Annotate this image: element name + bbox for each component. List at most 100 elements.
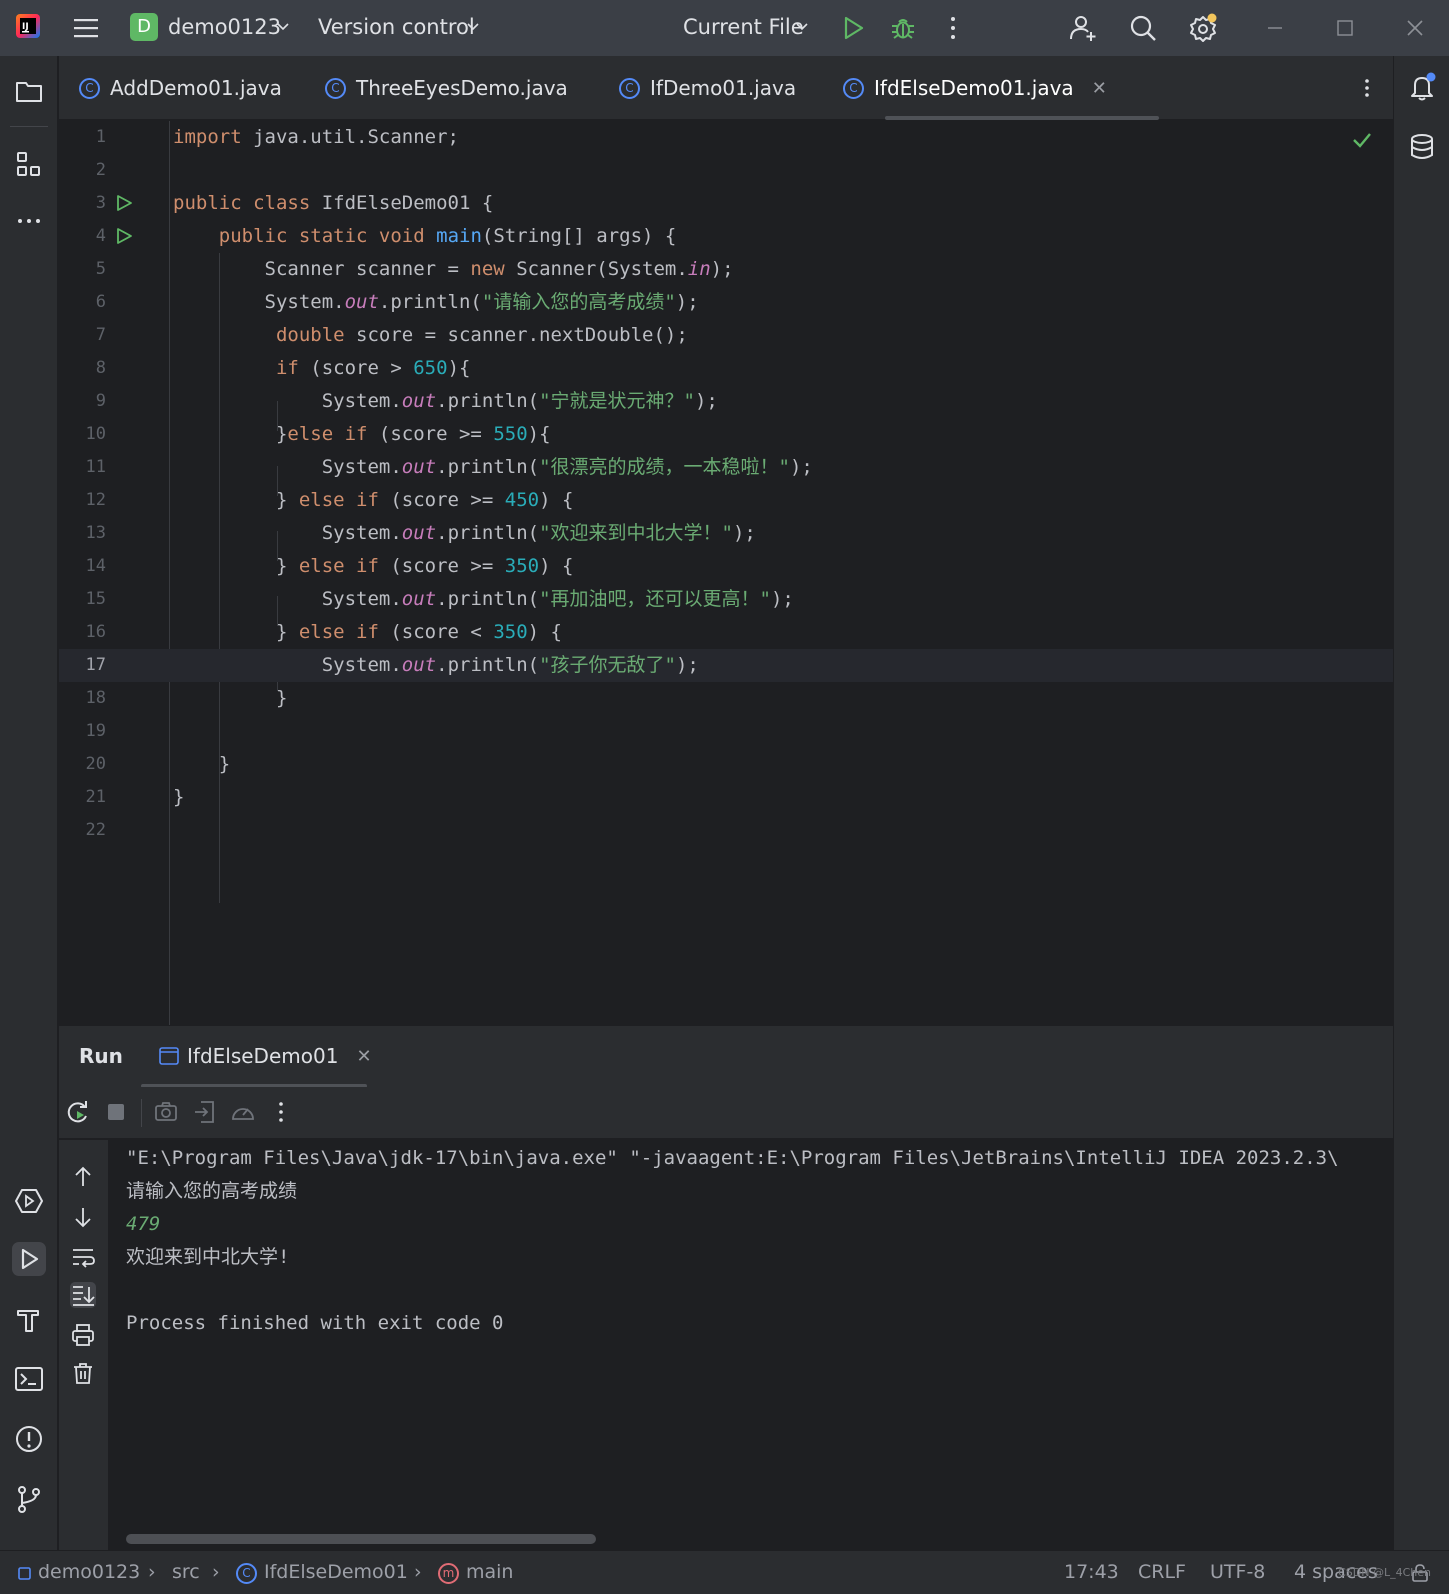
soft-wrap-icon[interactable]	[70, 1244, 96, 1270]
code-line: 19	[59, 715, 1393, 748]
arrow-up-icon[interactable]	[70, 1164, 96, 1190]
tab-threeeyesdemo[interactable]: C ThreeEyesDemo.java	[325, 56, 568, 120]
line-separator[interactable]: CRLF	[1138, 1561, 1186, 1583]
run-gutter-icon[interactable]	[115, 227, 133, 245]
method-icon: m	[438, 1563, 459, 1584]
intellij-logo-icon[interactable]: IJ	[14, 12, 42, 40]
project-selector[interactable]: demo0123	[168, 15, 281, 39]
code-text: import java.util.Scanner;	[173, 126, 459, 148]
console-line: Process finished with exit code 0	[126, 1312, 504, 1334]
chevron-down-icon	[467, 23, 479, 31]
tab-adddemo01[interactable]: C AddDemo01.java	[79, 56, 282, 120]
console-output[interactable]: "E:\Program Files\Java\jdk-17\bin\java.e…	[108, 1140, 1393, 1550]
chevron-down-icon	[277, 23, 289, 31]
trash-icon[interactable]	[70, 1360, 96, 1386]
code-line: 2	[59, 154, 1393, 187]
notifications-bell-icon[interactable]	[1407, 72, 1437, 102]
run-configuration-selector[interactable]: Current File	[683, 15, 804, 39]
tab-label: IfDemo01.java	[650, 76, 797, 100]
code-line: 14 } else if (score >= 350) {	[59, 550, 1393, 583]
profiler-gauge-icon[interactable]	[230, 1099, 256, 1125]
line-number: 10	[85, 424, 106, 444]
import-icon[interactable]	[192, 1099, 218, 1125]
rerun-icon[interactable]	[65, 1099, 91, 1125]
tab-ifdemo01[interactable]: C IfDemo01.java	[619, 56, 796, 120]
code-line: 11 System.out.println("很漂亮的成绩，一本稳啦！");	[59, 451, 1393, 484]
run-toolbar	[59, 1087, 1393, 1139]
file-encoding[interactable]: UTF-8	[1210, 1561, 1265, 1583]
more-tools-icon[interactable]	[12, 204, 46, 238]
code-line: 15 System.out.println("再加油吧，还可以更高！");	[59, 583, 1393, 616]
run-tool-icon[interactable]	[12, 1242, 46, 1276]
project-badge[interactable]: D	[130, 13, 158, 41]
watermark: CSDN @L_4Chen	[1338, 1566, 1431, 1579]
line-number: 20	[85, 754, 106, 774]
tab-ifdelsedemo01[interactable]: C IfdElseDemo01.java ✕	[843, 56, 1107, 120]
code-editor[interactable]: 1 import java.util.Scanner; 2 3 public c…	[59, 121, 1393, 1025]
code-line: 7 double score = scanner.nextDouble();	[59, 319, 1393, 352]
run-gutter-icon[interactable]	[115, 194, 133, 212]
line-number: 22	[85, 820, 106, 840]
breadcrumb-class[interactable]: IfdElseDemo01	[264, 1561, 408, 1583]
tab-label: ThreeEyesDemo.java	[356, 76, 568, 100]
build-hammer-icon[interactable]	[12, 1302, 46, 1336]
stop-icon[interactable]	[103, 1099, 129, 1125]
line-number: 14	[85, 556, 106, 576]
terminal-icon[interactable]	[12, 1362, 46, 1396]
main-menu-icon[interactable]	[72, 14, 100, 42]
console-line: "E:\Program Files\Java\jdk-17\bin\java.e…	[126, 1147, 1339, 1169]
console-window-icon	[159, 1047, 179, 1065]
tab-options-icon[interactable]	[1355, 76, 1379, 100]
line-number: 7	[95, 325, 106, 345]
code-line: 12 } else if (score >= 450) {	[59, 484, 1393, 517]
code-line: 20 }	[59, 748, 1393, 781]
breadcrumb-method[interactable]: main	[466, 1561, 513, 1583]
code-text: System.out.println("很漂亮的成绩，一本稳啦！");	[321, 456, 813, 478]
run-icon[interactable]	[838, 13, 868, 43]
close-tab-icon[interactable]: ✕	[1092, 78, 1107, 99]
code-text: }	[218, 753, 231, 775]
services-icon[interactable]	[12, 1184, 46, 1218]
maximize-icon[interactable]	[1330, 13, 1360, 43]
active-tab-indicator	[885, 116, 1159, 120]
more-run-actions-icon[interactable]	[268, 1099, 294, 1125]
debug-bug-icon[interactable]	[888, 13, 918, 43]
run-panel-title: Run	[79, 1044, 123, 1068]
line-number: 13	[85, 523, 106, 543]
search-icon[interactable]	[1128, 13, 1158, 43]
code-text: } else if (score >= 350) {	[275, 555, 574, 577]
right-tool-strip	[1393, 56, 1449, 1550]
code-line: 5 Scanner scanner = new Scanner(System.i…	[59, 253, 1393, 286]
breadcrumb-project[interactable]: demo0123	[38, 1561, 140, 1583]
line-number: 3	[95, 193, 106, 213]
problems-icon[interactable]	[12, 1422, 46, 1456]
close-run-tab-icon[interactable]: ✕	[356, 1046, 371, 1067]
console-user-input: 479	[126, 1213, 161, 1235]
code-text: }else if (score >= 550){	[275, 423, 551, 445]
more-actions-icon[interactable]	[938, 13, 968, 43]
database-icon[interactable]	[1407, 132, 1437, 162]
caret-position[interactable]: 17:43	[1064, 1561, 1119, 1583]
console-line: 请输入您的高考成绩	[126, 1180, 298, 1202]
structure-icon[interactable]	[12, 148, 46, 182]
version-control-menu[interactable]: Version control	[318, 15, 475, 39]
git-branch-icon[interactable]	[12, 1482, 46, 1516]
left-tool-strip	[0, 56, 58, 1550]
svg-text:IJ: IJ	[22, 22, 29, 32]
code-line: 1 import java.util.Scanner;	[59, 121, 1393, 154]
breadcrumb-src[interactable]: src	[172, 1561, 200, 1583]
print-icon[interactable]	[70, 1322, 96, 1348]
run-tab[interactable]: IfdElseDemo01 ✕	[159, 1044, 372, 1068]
code-text: public class IfdElseDemo01 {	[173, 192, 494, 214]
camera-snapshot-icon[interactable]	[153, 1099, 179, 1125]
minimize-icon[interactable]	[1260, 13, 1290, 43]
project-folder-icon[interactable]	[12, 74, 46, 108]
horizontal-scrollbar[interactable]	[126, 1534, 596, 1544]
add-user-icon[interactable]	[1068, 13, 1098, 43]
settings-gear-icon[interactable]	[1188, 13, 1218, 43]
code-text: System.out.println("欢迎来到中北大学！");	[321, 522, 756, 544]
scroll-to-end-icon[interactable]	[70, 1282, 96, 1308]
arrow-down-icon[interactable]	[70, 1204, 96, 1230]
code-line: 9 System.out.println("宁就是状元神？");	[59, 385, 1393, 418]
close-window-icon[interactable]	[1400, 13, 1430, 43]
